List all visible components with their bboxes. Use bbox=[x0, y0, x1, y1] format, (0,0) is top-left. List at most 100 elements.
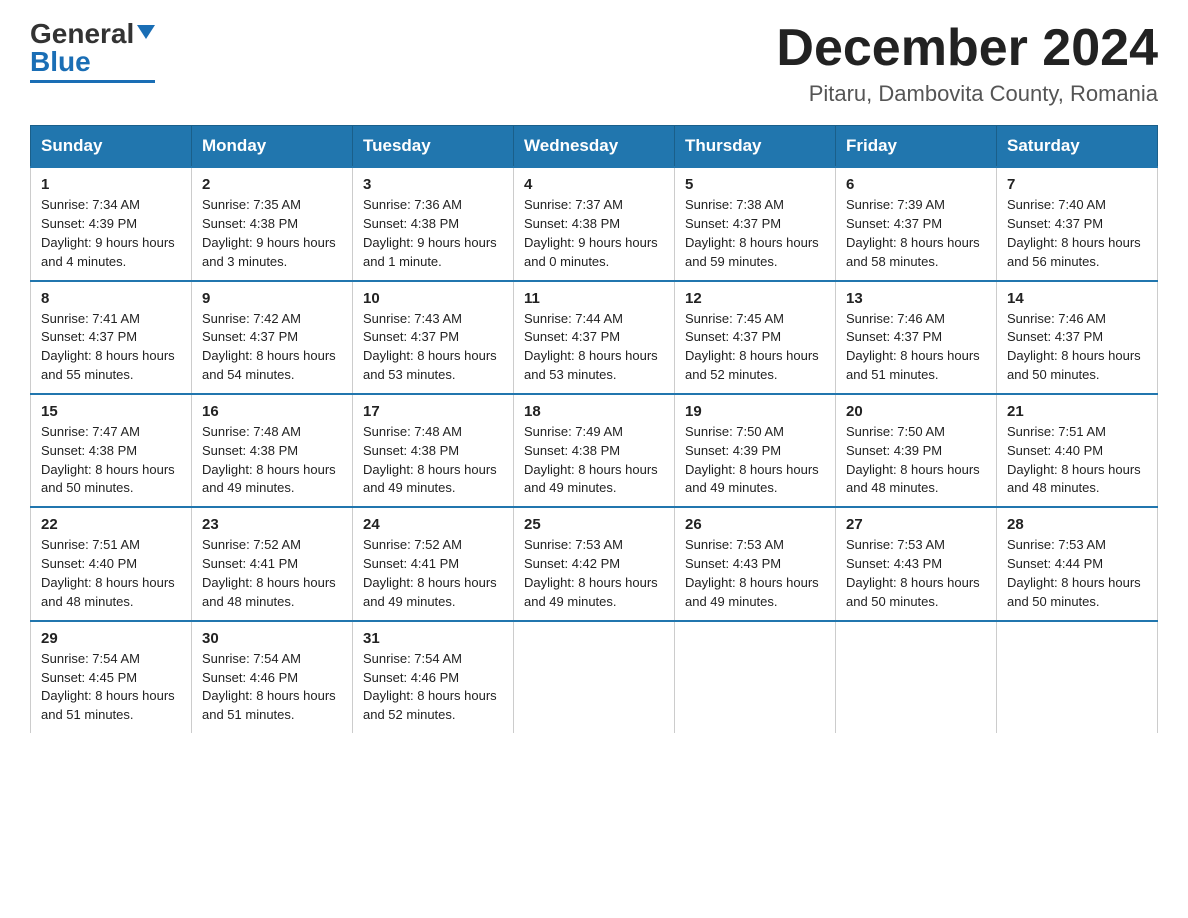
day-info: Sunrise: 7:52 AMSunset: 4:41 PMDaylight:… bbox=[363, 536, 503, 611]
calendar-cell: 31 Sunrise: 7:54 AMSunset: 4:46 PMDayligh… bbox=[353, 621, 514, 733]
calendar-cell: 11 Sunrise: 7:44 AMSunset: 4:37 PMDayligh… bbox=[514, 281, 675, 394]
day-info: Sunrise: 7:53 AMSunset: 4:42 PMDaylight:… bbox=[524, 536, 664, 611]
calendar-cell: 4Sunrise: 7:37 AMSunset: 4:38 PMDaylight… bbox=[514, 167, 675, 280]
day-info: Sunrise: 7:48 AMSunset: 4:38 PMDaylight:… bbox=[202, 423, 342, 498]
calendar-cell: 23Sunrise: 7:52 AMSunset: 4:41 PMDayligh… bbox=[192, 507, 353, 620]
day-number: 16 bbox=[202, 403, 342, 420]
day-info: Sunrise: 7:50 AMSunset: 4:39 PMDaylight:… bbox=[685, 423, 825, 498]
calendar-cell: 29 Sunrise: 7:54 AMSunset: 4:45 PMDayligh… bbox=[31, 621, 192, 733]
day-number: 25 bbox=[524, 516, 664, 533]
day-number: 10 bbox=[363, 290, 503, 307]
header-friday: Friday bbox=[836, 126, 997, 168]
calendar-cell: 2Sunrise: 7:35 AMSunset: 4:38 PMDaylight… bbox=[192, 167, 353, 280]
day-info: Sunrise: 7:54 AMSunset: 4:46 PMDaylight:… bbox=[363, 650, 503, 725]
header-saturday: Saturday bbox=[997, 126, 1158, 168]
calendar-week-4: 22Sunrise: 7:51 AMSunset: 4:40 PMDayligh… bbox=[31, 507, 1158, 620]
logo-triangle-icon bbox=[137, 25, 155, 39]
calendar-cell bbox=[997, 621, 1158, 733]
header-sunday: Sunday bbox=[31, 126, 192, 168]
title-area: December 2024 Pitaru, Dambovita County, … bbox=[776, 20, 1158, 107]
calendar-week-2: 8 Sunrise: 7:41 AMSunset: 4:37 PMDaylight… bbox=[31, 281, 1158, 394]
day-info: Sunrise: 7:54 AMSunset: 4:45 PMDaylight:… bbox=[41, 650, 181, 725]
day-info: Sunrise: 7:40 AMSunset: 4:37 PMDaylight:… bbox=[1007, 196, 1147, 271]
day-number: 27 bbox=[846, 516, 986, 533]
day-number: 31 bbox=[363, 630, 503, 647]
day-info: Sunrise: 7:53 AMSunset: 4:44 PMDaylight:… bbox=[1007, 536, 1147, 611]
calendar-body: 1 Sunrise: 7:34 AMSunset: 4:39 PMDaylight… bbox=[31, 167, 1158, 733]
logo-underline bbox=[30, 80, 155, 83]
calendar-cell: 18 Sunrise: 7:49 AMSunset: 4:38 PMDayligh… bbox=[514, 394, 675, 507]
header-tuesday: Tuesday bbox=[353, 126, 514, 168]
day-info: Sunrise: 7:50 AMSunset: 4:39 PMDaylight:… bbox=[846, 423, 986, 498]
logo-blue-text: Blue bbox=[30, 48, 91, 76]
day-info: Sunrise: 7:41 AMSunset: 4:37 PMDaylight:… bbox=[41, 310, 181, 385]
calendar-cell: 30Sunrise: 7:54 AMSunset: 4:46 PMDayligh… bbox=[192, 621, 353, 733]
day-info: Sunrise: 7:45 AMSunset: 4:37 PMDaylight:… bbox=[685, 310, 825, 385]
calendar-cell: 25 Sunrise: 7:53 AMSunset: 4:42 PMDayligh… bbox=[514, 507, 675, 620]
day-info: Sunrise: 7:42 AMSunset: 4:37 PMDaylight:… bbox=[202, 310, 342, 385]
calendar-cell: 21 Sunrise: 7:51 AMSunset: 4:40 PMDayligh… bbox=[997, 394, 1158, 507]
day-info: Sunrise: 7:52 AMSunset: 4:41 PMDaylight:… bbox=[202, 536, 342, 611]
day-number: 28 bbox=[1007, 516, 1147, 533]
calendar-week-5: 29 Sunrise: 7:54 AMSunset: 4:45 PMDayligh… bbox=[31, 621, 1158, 733]
calendar-cell: 20 Sunrise: 7:50 AMSunset: 4:39 PMDayligh… bbox=[836, 394, 997, 507]
day-number: 7 bbox=[1007, 176, 1147, 193]
day-number: 20 bbox=[846, 403, 986, 420]
day-number: 18 bbox=[524, 403, 664, 420]
day-number: 11 bbox=[524, 290, 664, 307]
calendar-cell: 3 Sunrise: 7:36 AMSunset: 4:38 PMDaylight… bbox=[353, 167, 514, 280]
calendar-cell: 5Sunrise: 7:38 AMSunset: 4:37 PMDaylight… bbox=[675, 167, 836, 280]
calendar-cell bbox=[675, 621, 836, 733]
calendar-cell: 7 Sunrise: 7:40 AMSunset: 4:37 PMDaylight… bbox=[997, 167, 1158, 280]
day-number: 8 bbox=[41, 290, 181, 307]
calendar-cell: 13Sunrise: 7:46 AMSunset: 4:37 PMDayligh… bbox=[836, 281, 997, 394]
calendar-cell: 27 Sunrise: 7:53 AMSunset: 4:43 PMDayligh… bbox=[836, 507, 997, 620]
day-info: Sunrise: 7:46 AMSunset: 4:37 PMDaylight:… bbox=[1007, 310, 1147, 385]
header: General Blue December 2024 Pitaru, Dambo… bbox=[30, 20, 1158, 107]
day-number: 26 bbox=[685, 516, 825, 533]
day-info: Sunrise: 7:38 AMSunset: 4:37 PMDaylight:… bbox=[685, 196, 825, 271]
day-number: 2 bbox=[202, 176, 342, 193]
calendar-cell: 28 Sunrise: 7:53 AMSunset: 4:44 PMDayligh… bbox=[997, 507, 1158, 620]
calendar-cell: 8 Sunrise: 7:41 AMSunset: 4:37 PMDaylight… bbox=[31, 281, 192, 394]
month-title: December 2024 bbox=[776, 20, 1158, 77]
day-info: Sunrise: 7:51 AMSunset: 4:40 PMDaylight:… bbox=[1007, 423, 1147, 498]
header-thursday: Thursday bbox=[675, 126, 836, 168]
day-number: 1 bbox=[41, 176, 181, 193]
logo: General Blue bbox=[30, 20, 155, 83]
day-number: 30 bbox=[202, 630, 342, 647]
calendar-cell: 9 Sunrise: 7:42 AMSunset: 4:37 PMDaylight… bbox=[192, 281, 353, 394]
calendar-cell bbox=[836, 621, 997, 733]
calendar-week-3: 15Sunrise: 7:47 AMSunset: 4:38 PMDayligh… bbox=[31, 394, 1158, 507]
day-info: Sunrise: 7:36 AMSunset: 4:38 PMDaylight:… bbox=[363, 196, 503, 271]
day-info: Sunrise: 7:34 AMSunset: 4:39 PMDaylight:… bbox=[41, 196, 181, 271]
calendar-cell: 17Sunrise: 7:48 AMSunset: 4:38 PMDayligh… bbox=[353, 394, 514, 507]
calendar-cell bbox=[514, 621, 675, 733]
day-number: 3 bbox=[363, 176, 503, 193]
header-monday: Monday bbox=[192, 126, 353, 168]
day-info: Sunrise: 7:48 AMSunset: 4:38 PMDaylight:… bbox=[363, 423, 503, 498]
day-number: 6 bbox=[846, 176, 986, 193]
day-number: 29 bbox=[41, 630, 181, 647]
day-number: 14 bbox=[1007, 290, 1147, 307]
calendar-cell: 10 Sunrise: 7:43 AMSunset: 4:37 PMDayligh… bbox=[353, 281, 514, 394]
day-number: 21 bbox=[1007, 403, 1147, 420]
day-number: 22 bbox=[41, 516, 181, 533]
calendar-cell: 26Sunrise: 7:53 AMSunset: 4:43 PMDayligh… bbox=[675, 507, 836, 620]
day-info: Sunrise: 7:44 AMSunset: 4:37 PMDaylight:… bbox=[524, 310, 664, 385]
day-info: Sunrise: 7:49 AMSunset: 4:38 PMDaylight:… bbox=[524, 423, 664, 498]
day-number: 4 bbox=[524, 176, 664, 193]
header-wednesday: Wednesday bbox=[514, 126, 675, 168]
header-row: Sunday Monday Tuesday Wednesday Thursday… bbox=[31, 126, 1158, 168]
day-number: 24 bbox=[363, 516, 503, 533]
calendar-cell: 16 Sunrise: 7:48 AMSunset: 4:38 PMDayligh… bbox=[192, 394, 353, 507]
day-info: Sunrise: 7:53 AMSunset: 4:43 PMDaylight:… bbox=[846, 536, 986, 611]
day-number: 9 bbox=[202, 290, 342, 307]
calendar-cell: 14 Sunrise: 7:46 AMSunset: 4:37 PMDayligh… bbox=[997, 281, 1158, 394]
calendar-cell: 12Sunrise: 7:45 AMSunset: 4:37 PMDayligh… bbox=[675, 281, 836, 394]
calendar-cell: 24 Sunrise: 7:52 AMSunset: 4:41 PMDayligh… bbox=[353, 507, 514, 620]
day-info: Sunrise: 7:39 AMSunset: 4:37 PMDaylight:… bbox=[846, 196, 986, 271]
day-number: 15 bbox=[41, 403, 181, 420]
day-info: Sunrise: 7:43 AMSunset: 4:37 PMDaylight:… bbox=[363, 310, 503, 385]
location-subtitle: Pitaru, Dambovita County, Romania bbox=[776, 81, 1158, 107]
